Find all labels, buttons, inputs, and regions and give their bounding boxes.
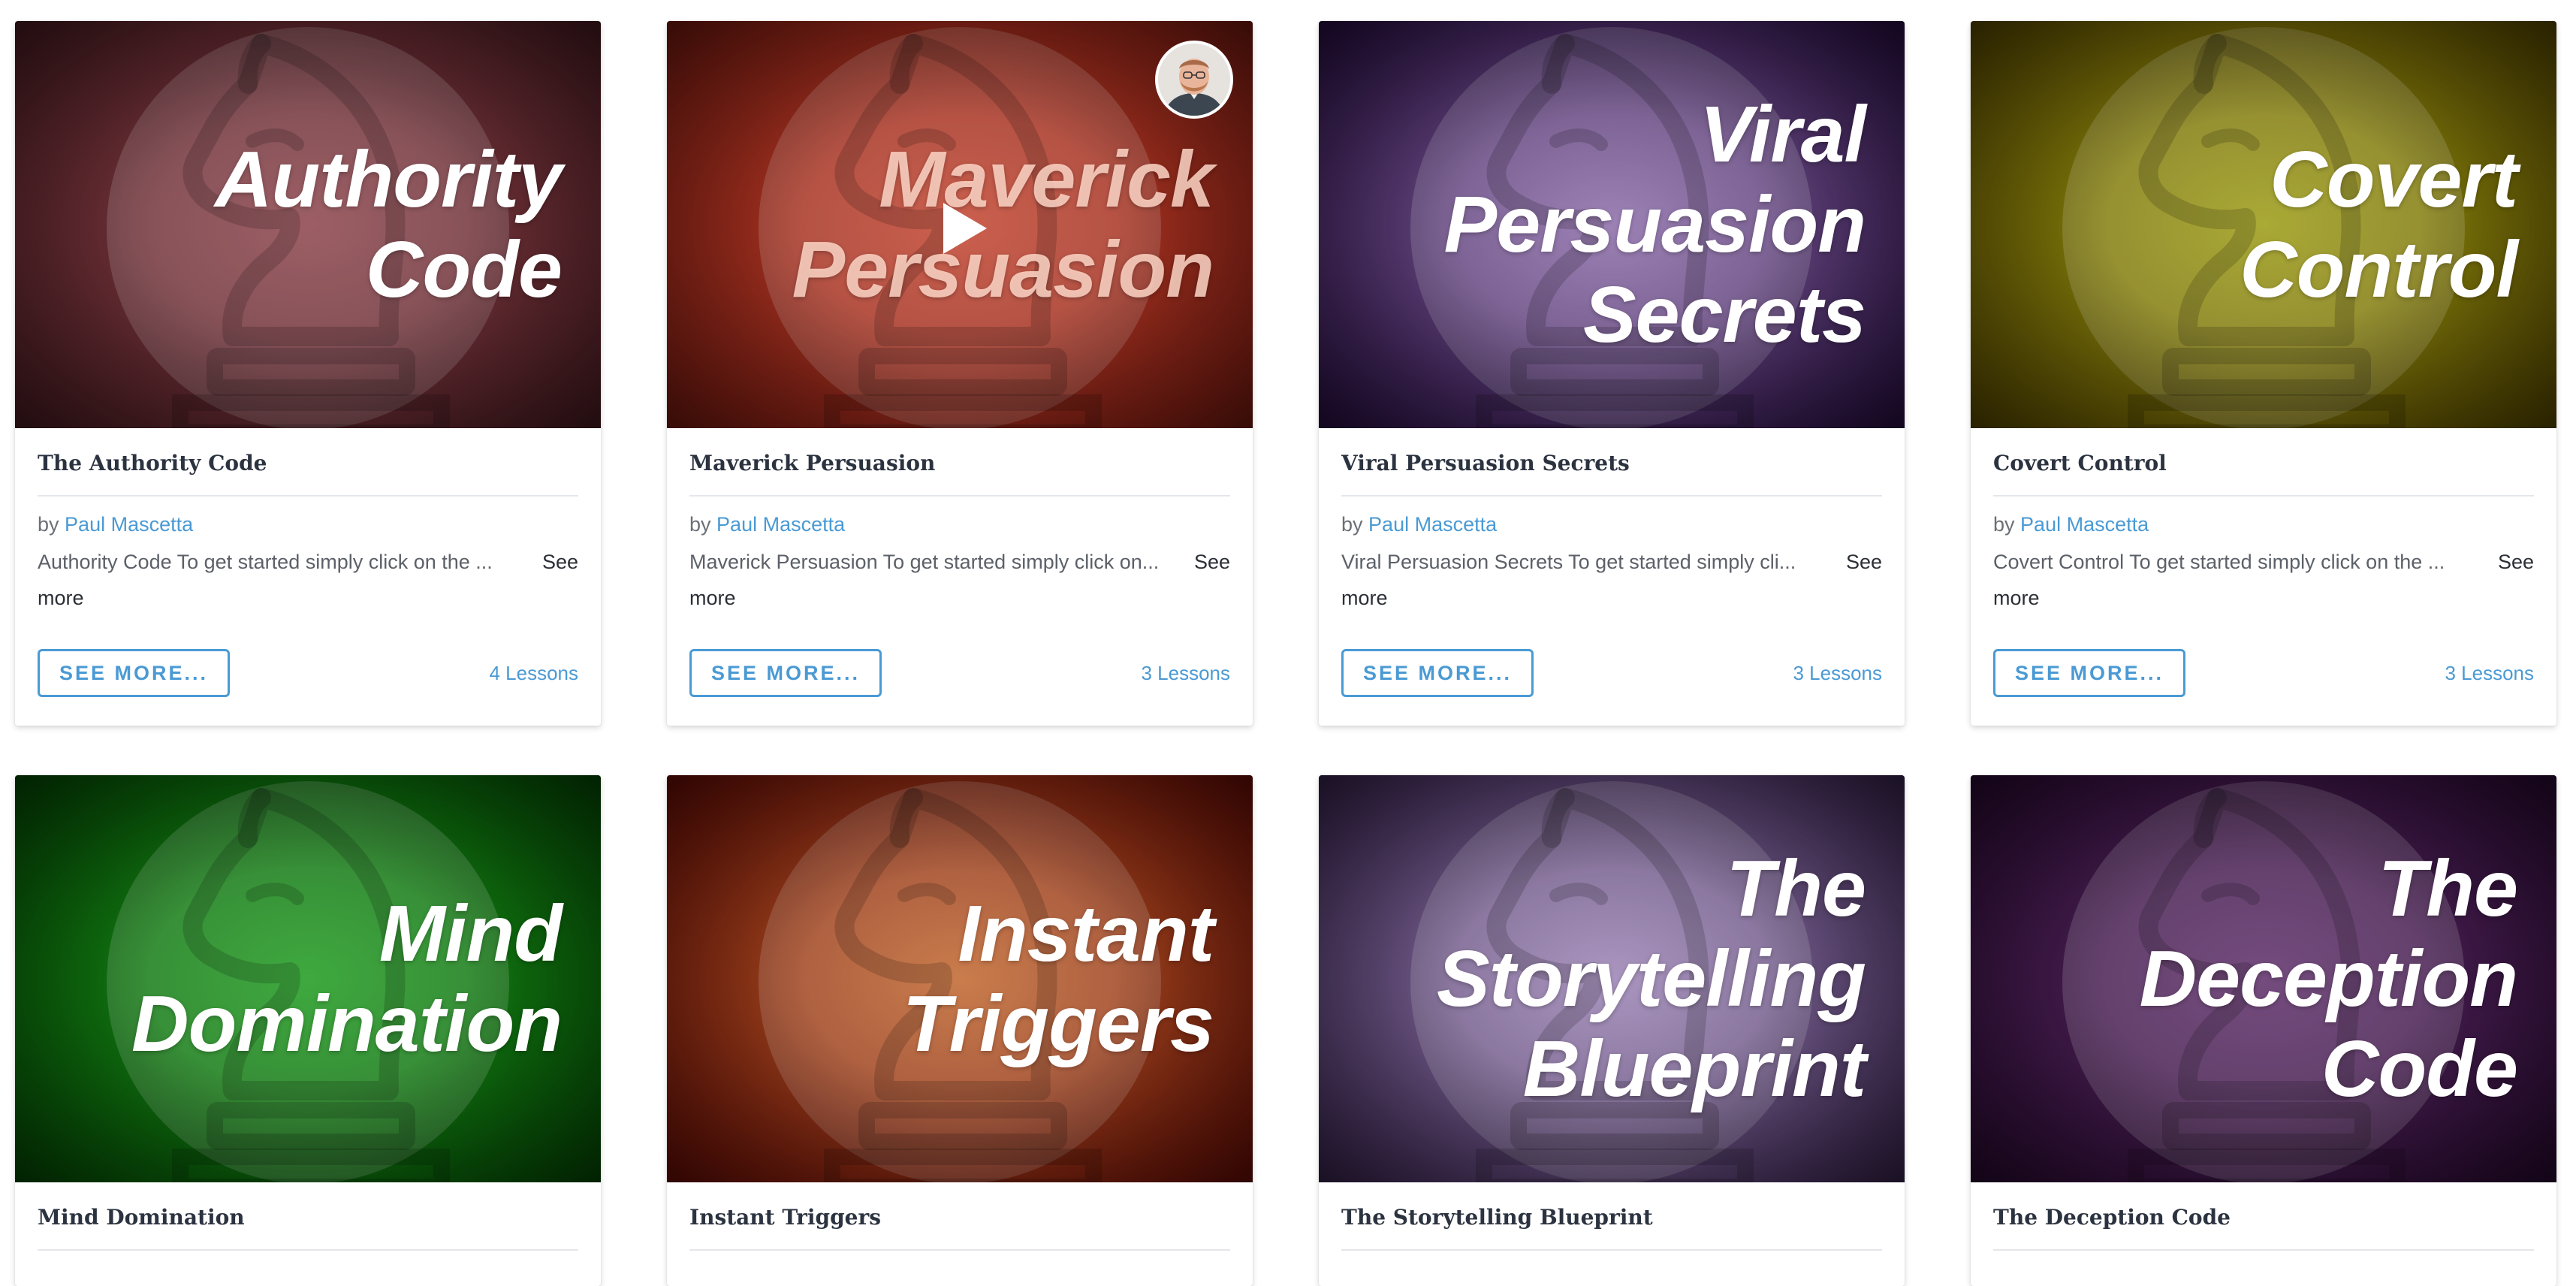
course-card[interactable]: Covert Control Covert Control by Paul Ma…	[1971, 21, 2556, 726]
course-description: Authority Code To get started simply cli…	[38, 544, 578, 616]
thumbnail-title: Mind Domination	[131, 889, 563, 1068]
author-line: by Paul Mascetta	[38, 513, 194, 536]
course-description: Viral Persuasion Secrets To get started …	[1341, 544, 1882, 616]
course-grid: Authority Code The Authority Code by Pau…	[0, 0, 2576, 1286]
thumbnail-title: Instant Triggers	[902, 889, 1214, 1068]
thumbnail-title: Authority Code	[214, 135, 563, 314]
course-thumbnail[interactable]: Viral Persuasion Secrets	[1319, 21, 1905, 428]
thumbnail-title: Covert Control	[2240, 135, 2518, 314]
play-icon[interactable]	[933, 198, 993, 258]
author-line: by Paul Mascetta	[1993, 513, 2149, 536]
course-card[interactable]: Viral Persuasion Secrets Viral Persuasio…	[1319, 21, 1905, 726]
lesson-count: 4 Lessons	[489, 662, 578, 684]
course-card[interactable]: Authority Code The Authority Code by Pau…	[15, 21, 601, 726]
course-thumbnail[interactable]: Authority Code	[15, 21, 601, 428]
course-thumbnail[interactable]: Covert Control	[1971, 21, 2556, 428]
see-more-button[interactable]: SEE MORE...	[1341, 649, 1534, 697]
author-link[interactable]: Paul Mascetta	[65, 513, 193, 536]
course-thumbnail[interactable]: The Storytelling Blueprint	[1319, 775, 1905, 1182]
avatar-portrait-icon	[1158, 44, 1230, 116]
thumbnail-title: The Deception Code	[2139, 844, 2518, 1113]
course-title[interactable]: Maverick Persuasion	[689, 428, 1230, 497]
course-title[interactable]: The Authority Code	[38, 428, 578, 497]
course-thumbnail[interactable]: Maverick Persuasion	[667, 21, 1253, 428]
course-description: Maverick Persuasion To get started simpl…	[689, 544, 1230, 616]
course-card[interactable]: The Deception Code The Deception Code	[1971, 775, 2556, 1286]
course-card[interactable]: The Storytelling Blueprint The Storytell…	[1319, 775, 1905, 1286]
author-link[interactable]: Paul Mascetta	[716, 513, 845, 536]
see-more-link-continued[interactable]: more	[1993, 580, 2040, 616]
course-title[interactable]: Instant Triggers	[689, 1182, 1230, 1251]
course-title[interactable]: Viral Persuasion Secrets	[1341, 428, 1882, 497]
course-description: Covert Control To get started simply cli…	[1993, 544, 2534, 616]
course-thumbnail[interactable]: Mind Domination	[15, 775, 601, 1182]
course-title[interactable]: The Storytelling Blueprint	[1341, 1182, 1882, 1251]
lesson-count: 3 Lessons	[2445, 662, 2534, 684]
lesson-count: 3 Lessons	[1793, 662, 1882, 684]
see-more-link[interactable]: See	[1194, 544, 1230, 580]
course-title[interactable]: The Deception Code	[1993, 1182, 2534, 1251]
see-more-link-continued[interactable]: more	[38, 580, 84, 616]
thumbnail-title: Viral Persuasion Secrets	[1443, 90, 1866, 359]
instructor-avatar[interactable]	[1155, 41, 1233, 119]
course-title[interactable]: Mind Domination	[38, 1182, 578, 1251]
thumbnail-title: Maverick Persuasion	[792, 135, 1214, 314]
author-line: by Paul Mascetta	[689, 513, 846, 536]
thumbnail-title: The Storytelling Blueprint	[1436, 844, 1866, 1113]
course-thumbnail[interactable]: The Deception Code	[1971, 775, 2556, 1182]
lesson-count: 3 Lessons	[1141, 662, 1230, 684]
see-more-link[interactable]: See	[542, 544, 578, 580]
see-more-button[interactable]: SEE MORE...	[38, 649, 231, 697]
course-card[interactable]: Mind Domination Mind Domination	[15, 775, 601, 1286]
see-more-link[interactable]: See	[1846, 544, 1882, 580]
see-more-link[interactable]: See	[2498, 544, 2534, 580]
course-title[interactable]: Covert Control	[1993, 428, 2534, 497]
see-more-button[interactable]: SEE MORE...	[1993, 649, 2186, 697]
author-link[interactable]: Paul Mascetta	[1368, 513, 1497, 536]
course-card[interactable]: Maverick Persuasion Maverick Persuasion …	[667, 21, 1253, 726]
course-card[interactable]: Instant Triggers Instant Triggers	[667, 775, 1253, 1286]
see-more-link-continued[interactable]: more	[689, 580, 736, 616]
see-more-link-continued[interactable]: more	[1341, 580, 1388, 616]
see-more-button[interactable]: SEE MORE...	[689, 649, 882, 697]
course-thumbnail[interactable]: Instant Triggers	[667, 775, 1253, 1182]
author-line: by Paul Mascetta	[1341, 513, 1498, 536]
author-link[interactable]: Paul Mascetta	[2020, 513, 2149, 536]
